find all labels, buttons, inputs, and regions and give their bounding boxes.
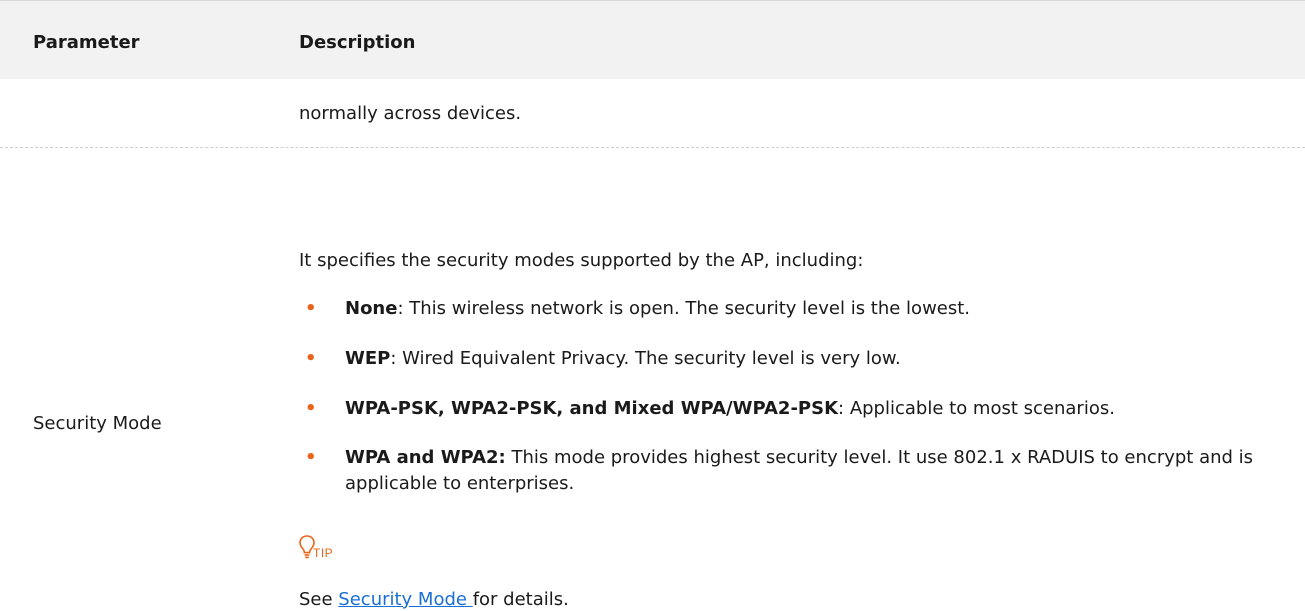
header-description: Description (299, 32, 416, 53)
bullet-dot-icon: • (305, 298, 317, 319)
bullet-dot-icon: • (305, 348, 317, 369)
header-parameter: Parameter (33, 32, 140, 53)
parameter-security-mode: Security Mode (33, 413, 162, 434)
tip-label: TIP (313, 546, 334, 560)
bullet-term: WPA and WPA2: (345, 447, 506, 468)
bullet-text: : Wired Equivalent Privacy. The security… (390, 348, 901, 369)
see-reference: See Security Mode for details. (299, 589, 569, 611)
bullet-text: : Applicable to most scenarios. (838, 398, 1115, 419)
bullet-term: WEP (345, 348, 391, 369)
tip-callout: TIP (299, 534, 333, 568)
table-header: Parameter Description (0, 0, 1305, 79)
bullet-term: WPA-PSK, WPA2-PSK, and Mixed WPA/WPA2-PS… (345, 398, 839, 419)
bullet-text: : This wireless network is open. The sec… (397, 298, 971, 319)
table-row: Security Mode It specifies the security … (0, 148, 1305, 610)
table-row: normally across devices. (0, 79, 1305, 148)
description-intro: It specifies the security modes supporte… (299, 250, 864, 271)
bullet-dot-icon: • (305, 398, 317, 419)
continued-description: normally across devices. (299, 103, 522, 124)
bullet-dot-icon: • (305, 447, 317, 468)
security-mode-link[interactable]: Security Mode (338, 589, 472, 610)
see-prefix: See (299, 589, 339, 610)
bullet-term: None (345, 298, 398, 319)
see-suffix: for details. (472, 589, 569, 610)
